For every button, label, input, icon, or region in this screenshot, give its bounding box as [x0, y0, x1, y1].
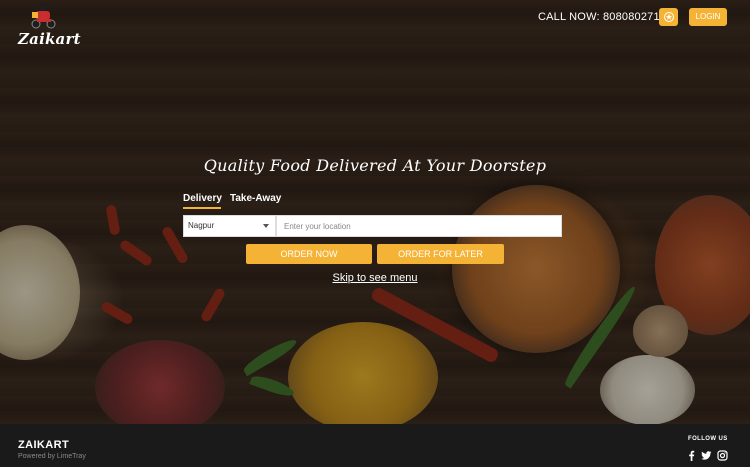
tab-delivery[interactable]: Delivery [183, 193, 222, 204]
logo-text: Zaikart [18, 30, 81, 48]
follow-us-label: FOLLOW US [688, 436, 728, 442]
logo[interactable]: Zaikart [18, 2, 81, 52]
active-tab-indicator [183, 207, 221, 209]
powered-by-link[interactable]: Powered by LimeTray [18, 453, 86, 460]
location-input[interactable] [276, 215, 562, 237]
hero-overlay [0, 0, 750, 424]
login-button[interactable]: LOGIN [689, 8, 727, 26]
caret-down-icon [263, 224, 269, 228]
tagline: Quality Food Delivered At Your Doorstep [203, 156, 547, 175]
call-now-text[interactable]: CALL NOW: 8080802711 [538, 11, 665, 23]
instagram-icon[interactable] [717, 450, 728, 461]
city-select-value: Nagpur [188, 221, 215, 230]
footer-brand: ZAIKART [18, 439, 70, 451]
twitter-icon[interactable] [701, 450, 712, 461]
facebook-icon[interactable] [686, 450, 697, 461]
skip-to-menu-link[interactable]: Skip to see menu [0, 272, 750, 284]
tab-take-away[interactable]: Take-Away [230, 193, 281, 204]
hero-background [0, 0, 750, 424]
star-icon [663, 12, 674, 22]
order-now-button[interactable]: ORDER NOW [246, 244, 372, 264]
footer [0, 424, 750, 467]
order-for-later-button[interactable]: ORDER FOR LATER [377, 244, 504, 264]
city-select[interactable]: Nagpur [183, 215, 276, 237]
favorites-button[interactable] [659, 8, 678, 26]
scooter-logo-icon [31, 3, 56, 29]
